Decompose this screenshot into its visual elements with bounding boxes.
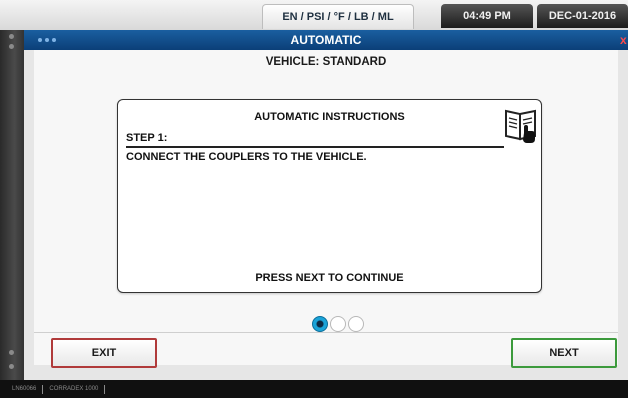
page-dot-3[interactable] bbox=[348, 316, 364, 332]
step-pagination bbox=[312, 316, 364, 332]
title-bar: AUTOMATIC x bbox=[24, 30, 628, 50]
bottom-status-item: LN60066 bbox=[12, 386, 37, 392]
bottom-status-item: CORRADEX 1000 bbox=[49, 386, 99, 392]
page-dot-1[interactable] bbox=[312, 316, 328, 332]
continue-hint: PRESS NEXT TO CONTINUE bbox=[255, 272, 404, 284]
window-title: AUTOMATIC bbox=[290, 33, 362, 47]
instructions-title: AUTOMATIC INSTRUCTIONS bbox=[254, 111, 405, 123]
device-frame: EN / PSI / °F / LB / ML 04:49 PM DEC-01-… bbox=[0, 0, 628, 398]
app-window: AUTOMATIC x VEHICLE: STANDARD AUTOMATIC … bbox=[24, 30, 628, 380]
manual-book-icon bbox=[505, 109, 536, 143]
step-label: STEP 1: bbox=[126, 132, 168, 144]
bezel-dot bbox=[9, 44, 14, 49]
vehicle-label: VEHICLE: STANDARD bbox=[265, 56, 387, 68]
bezel-dot bbox=[9, 350, 14, 355]
step-divider bbox=[126, 146, 504, 148]
left-bezel bbox=[0, 30, 24, 380]
close-icon[interactable]: x bbox=[620, 33, 628, 47]
page-dot-2[interactable] bbox=[330, 316, 346, 332]
date-display: DEC-01-2016 bbox=[537, 4, 628, 28]
status-strip: EN / PSI / °F / LB / ML 04:49 PM DEC-01-… bbox=[0, 0, 628, 30]
next-button[interactable]: NEXT bbox=[511, 338, 617, 368]
footer-divider bbox=[34, 332, 618, 333]
main-content: VEHICLE: STANDARD AUTOMATIC INSTRUCTIONS… bbox=[34, 50, 618, 368]
instructions-panel: AUTOMATIC INSTRUCTIONS STEP 1: CONNECT T… bbox=[117, 99, 542, 293]
bezel-dot bbox=[9, 34, 14, 39]
exit-button[interactable]: EXIT bbox=[51, 338, 157, 368]
window-menu-dots-icon[interactable] bbox=[38, 38, 56, 42]
bezel-dot bbox=[9, 364, 14, 369]
bottom-status-bar: LN60066 CORRADEX 1000 bbox=[0, 380, 628, 398]
time-display: 04:49 PM bbox=[441, 4, 533, 28]
units-tab[interactable]: EN / PSI / °F / LB / ML bbox=[262, 4, 414, 29]
step-text: CONNECT THE COUPLERS TO THE VEHICLE. bbox=[126, 151, 367, 163]
